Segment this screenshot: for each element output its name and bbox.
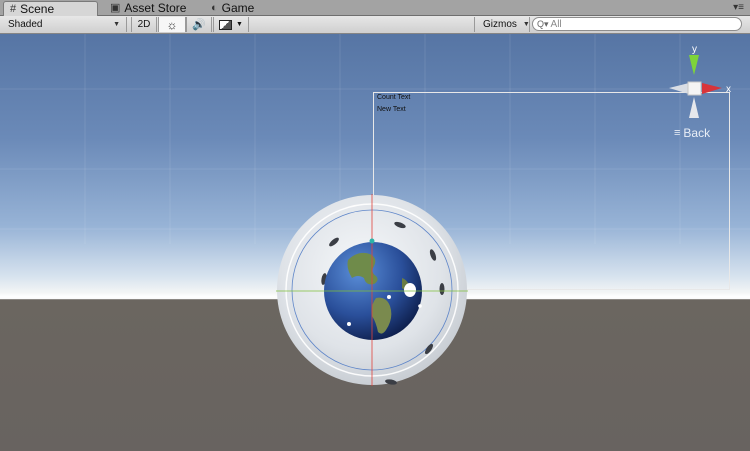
grid-icon: # <box>10 2 17 15</box>
scene-viewport[interactable]: Count Text New Text y x ≡ Back <box>0 34 750 451</box>
game-icon: ◐ <box>211 1 218 14</box>
new-text-label[interactable]: New Text <box>377 106 406 113</box>
search-icon: Q▾ <box>537 18 549 29</box>
tab-game-label: Game <box>221 1 255 15</box>
scene-lighting-toggle[interactable]: ☼ <box>158 17 186 32</box>
gizmos-label: Gizmos <box>483 19 517 30</box>
scene-audio-toggle[interactable]: 🔊 <box>186 17 212 32</box>
tab-bar: # Scene ▣ Asset Store ◐ Game ▾≡ <box>0 0 750 16</box>
tab-game[interactable]: ◐ Game <box>205 1 285 15</box>
gizmo-x-axis[interactable] <box>702 83 722 94</box>
store-icon: ▣ <box>110 1 121 14</box>
caret-down-icon: ▼ <box>522 21 530 28</box>
count-text-label[interactable]: Count Text <box>377 94 410 101</box>
globe-sphere[interactable] <box>276 194 468 386</box>
tab-scene[interactable]: # Scene <box>3 1 98 16</box>
gizmos-dropdown[interactable]: Gizmos ▼ <box>474 17 530 32</box>
hierarchy-search-input[interactable]: Q▾ All <box>532 17 742 31</box>
scene-effects-dropdown[interactable]: ▼ <box>213 17 249 32</box>
panel-menu-icon[interactable]: ▾≡ <box>733 2 744 13</box>
sun-icon: ☼ <box>166 17 178 32</box>
view-orientation-label[interactable]: ≡ Back <box>674 126 710 140</box>
speaker-icon: 🔊 <box>192 19 206 31</box>
view-orientation-text: Back <box>683 126 711 140</box>
gizmo-neg-x-axis[interactable] <box>669 83 689 94</box>
scene-toolbar: Shaded ▼ 2D ☼ 🔊 ▼ Gizmos ▼ Q▾ All <box>0 16 750 34</box>
orientation-gizmo[interactable]: y x <box>664 42 748 124</box>
gizmo-neg-y-axis[interactable] <box>689 97 699 118</box>
tab-scene-label: Scene <box>20 2 55 16</box>
search-placeholder: All <box>550 18 562 30</box>
menu-icon: ≡ <box>674 127 681 139</box>
caret-down-icon: ▼ <box>113 21 120 28</box>
gizmo-y-axis[interactable] <box>689 55 699 75</box>
2d-toggle-label: 2D <box>137 19 151 30</box>
caret-down-icon: ▼ <box>236 21 243 28</box>
image-icon <box>219 19 233 30</box>
gizmo-y-label: y <box>692 44 697 55</box>
shading-mode-dropdown[interactable]: Shaded ▼ <box>0 17 127 32</box>
shading-mode-value: Shaded <box>8 19 43 30</box>
gizmo-center-cube[interactable] <box>687 81 702 96</box>
tab-asset-store[interactable]: ▣ Asset Store <box>104 1 208 15</box>
tab-asset-store-label: Asset Store <box>124 1 187 15</box>
2d-toggle-button[interactable]: 2D <box>131 17 157 32</box>
gizmo-x-label: x <box>726 84 731 95</box>
